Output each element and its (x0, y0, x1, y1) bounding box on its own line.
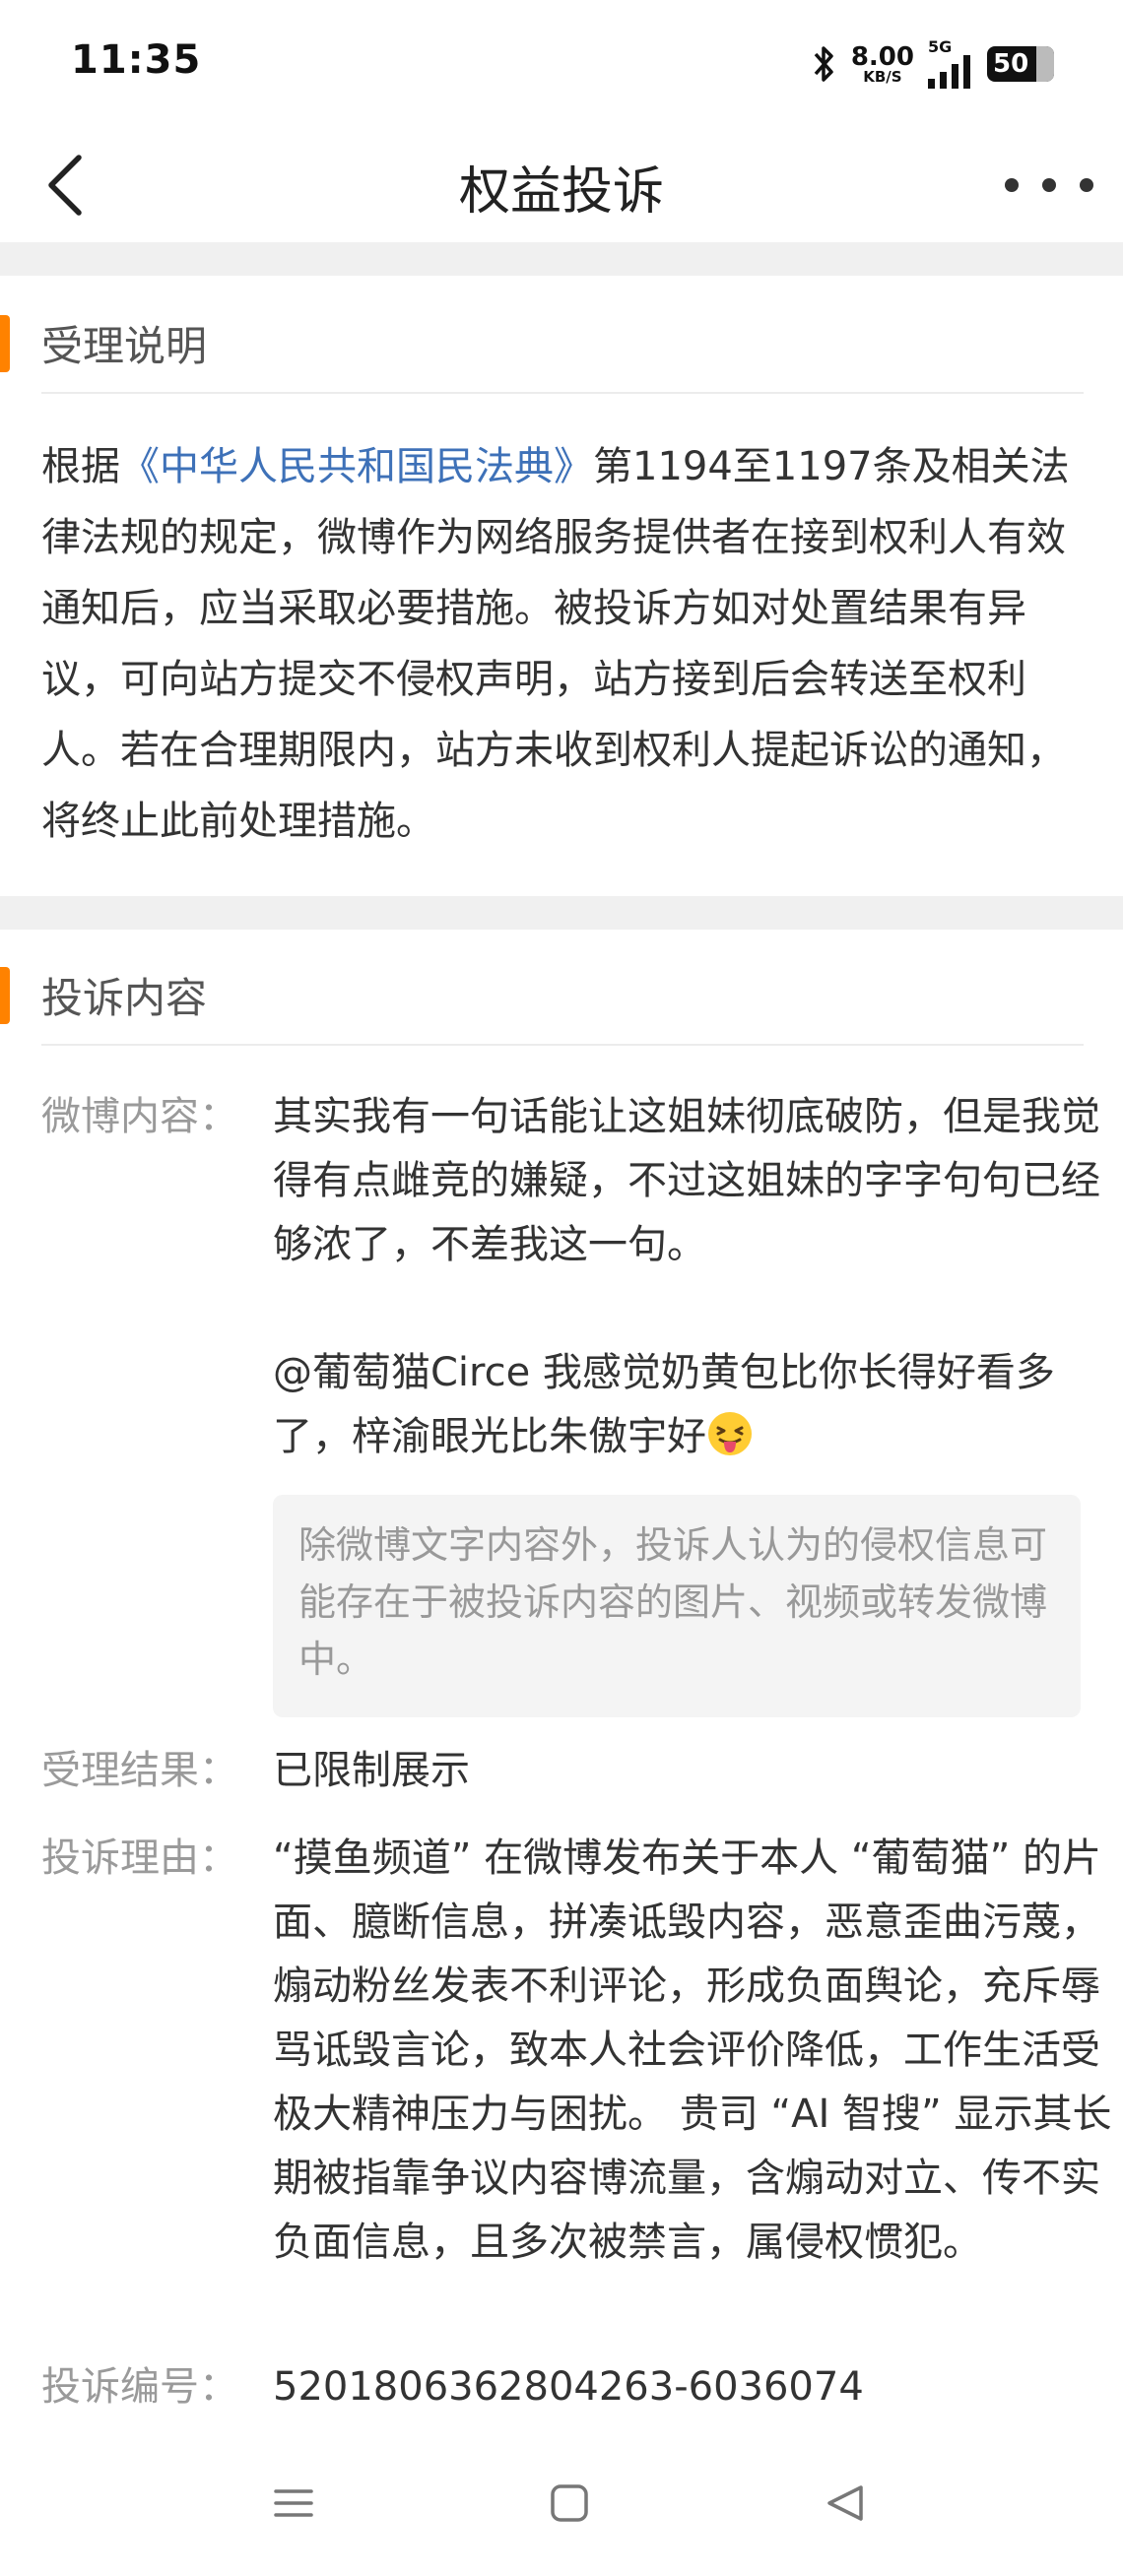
more-dot-icon (1080, 178, 1093, 192)
battery-icon: 50 (987, 46, 1054, 82)
reason-label: 投诉理由： (41, 1835, 238, 1881)
divider (41, 392, 1084, 394)
bluetooth-icon (814, 46, 833, 82)
more-dot-icon (1042, 178, 1056, 192)
tongue-out-emoji-icon (708, 1412, 752, 1455)
complaint-id-label: 投诉编号： (41, 2364, 238, 2410)
weibo-content-label: 微博内容： (41, 1094, 238, 1139)
network-indicator: 5G (928, 39, 973, 89)
back-triangle-icon[interactable] (824, 2481, 867, 2525)
section-accent-bar (0, 315, 10, 372)
divider (41, 1044, 1084, 1046)
section-title: 投诉内容 (41, 974, 208, 1022)
result-label: 受理结果： (41, 1748, 238, 1793)
complaint-id-value: 5201806362804263-6036074 (273, 2364, 864, 2410)
civil-code-link[interactable]: 《中华人民共和国民法典》 (120, 444, 593, 489)
reason-value: “摸鱼频道” 在微博发布关于本人 “葡萄猫” 的片面、臆断信息，拼凑诋毁内容，恶… (273, 1835, 1112, 2265)
image-video-tip: 除微博文字内容外，投诉人认为的侵权信息可能存在于被投诉内容的图片、视频或转发微博… (273, 1495, 1081, 1717)
section-gap (0, 242, 1123, 276)
signal-icon (928, 55, 970, 89)
notice-section-header: 受理说明 (0, 286, 1123, 394)
net-speed: 8.00 KB/S (850, 41, 914, 86)
status-time: 11:35 (71, 37, 202, 83)
status-icons: 8.00 KB/S 5G 50 (812, 39, 1054, 89)
weibo-mention-paragraph: @葡萄猫Circe 我感觉奶黄包比你长得好看多了，梓渝眼光比朱傲宇好 (273, 1350, 1055, 1459)
notice-text: 根据《中华人民共和国民法典》第1194至1197条及相关法律法规的规定，微博作为… (41, 444, 1070, 844)
nav-bar: 权益投诉 (0, 128, 1123, 242)
more-button[interactable] (1005, 158, 1093, 213)
page-title: 权益投诉 (458, 162, 664, 222)
system-nav-bar (0, 2462, 1123, 2576)
weibo-content-value: 其实我有一句话能让这姐妹彻底破防，但是我觉得有点雌竞的嫌疑，不过这姐妹的字字句句… (273, 1085, 1120, 1469)
section-accent-bar (0, 967, 10, 1024)
complaint-section-header: 投诉内容 (0, 937, 1123, 1046)
more-dot-icon (1005, 178, 1019, 192)
menu-icon[interactable] (272, 2481, 315, 2525)
status-bar: 11:35 8.00 KB/S 5G 50 (0, 0, 1123, 128)
section-gap (0, 896, 1123, 930)
result-value: 已限制展示 (273, 1748, 470, 1793)
home-square-icon[interactable] (548, 2481, 591, 2525)
section-title: 受理说明 (41, 322, 208, 370)
